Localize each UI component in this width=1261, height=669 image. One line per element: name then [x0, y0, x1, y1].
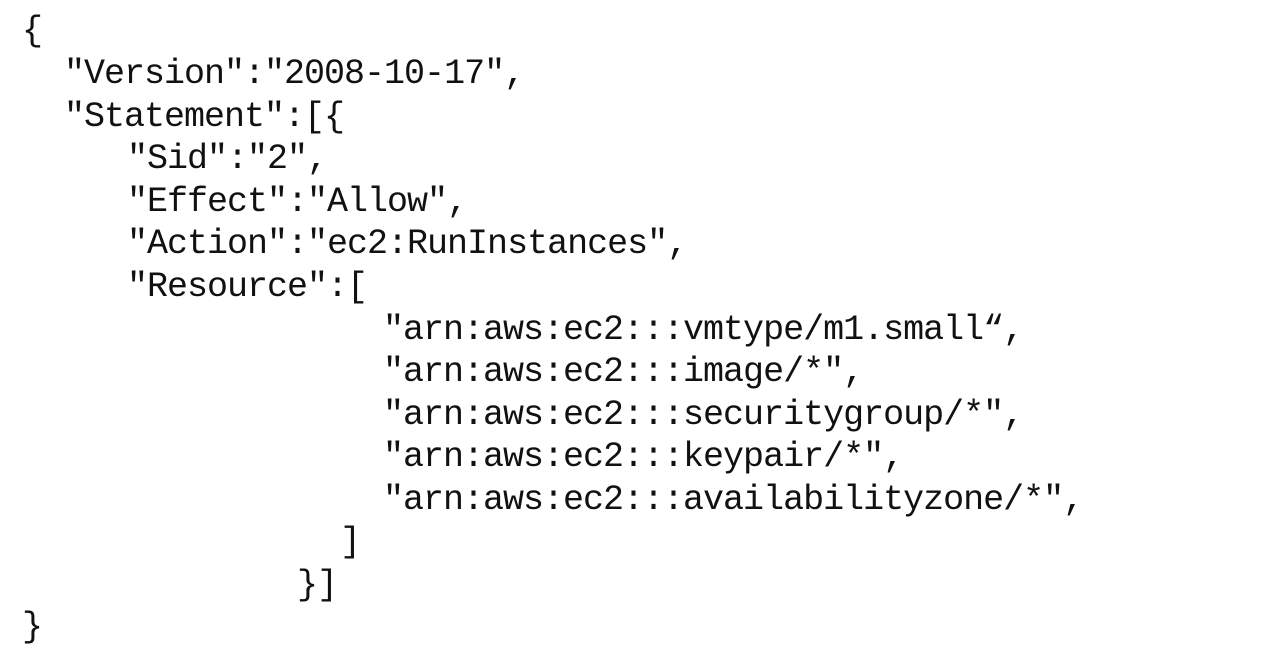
code-line-resource: "Resource":[ — [127, 267, 368, 307]
code-line-close-bracket: ] — [340, 522, 361, 562]
code-line-close-statement: }] — [297, 565, 338, 605]
code-line-effect: "Effect":"Allow", — [127, 182, 468, 222]
code-line-resource-keypair: "arn:aws:ec2:::keypair/*", — [383, 437, 904, 477]
code-line-statement: "Statement":[{ — [64, 97, 345, 137]
code-line-open-brace: { — [22, 11, 43, 51]
code-line-action: "Action":"ec2:RunInstances", — [127, 224, 688, 264]
code-line-sid: "Sid":"2", — [127, 139, 328, 179]
code-line-resource-vmtype: "arn:aws:ec2:::vmtype/m1.small“, — [383, 310, 1024, 350]
code-line-resource-securitygroup: "arn:aws:ec2:::securitygroup/*", — [383, 395, 1024, 435]
code-line-resource-image: "arn:aws:ec2:::image/*", — [383, 352, 864, 392]
code-line-version: "Version":"2008-10-17", — [64, 54, 525, 94]
policy-json-code-block: { "Version":"2008-10-17", "Statement":[{… — [0, 0, 1261, 669]
code-line-close-brace: } — [22, 607, 43, 647]
code-line-resource-availabilityzone: "arn:aws:ec2:::availabilityzone/*", — [383, 480, 1084, 520]
